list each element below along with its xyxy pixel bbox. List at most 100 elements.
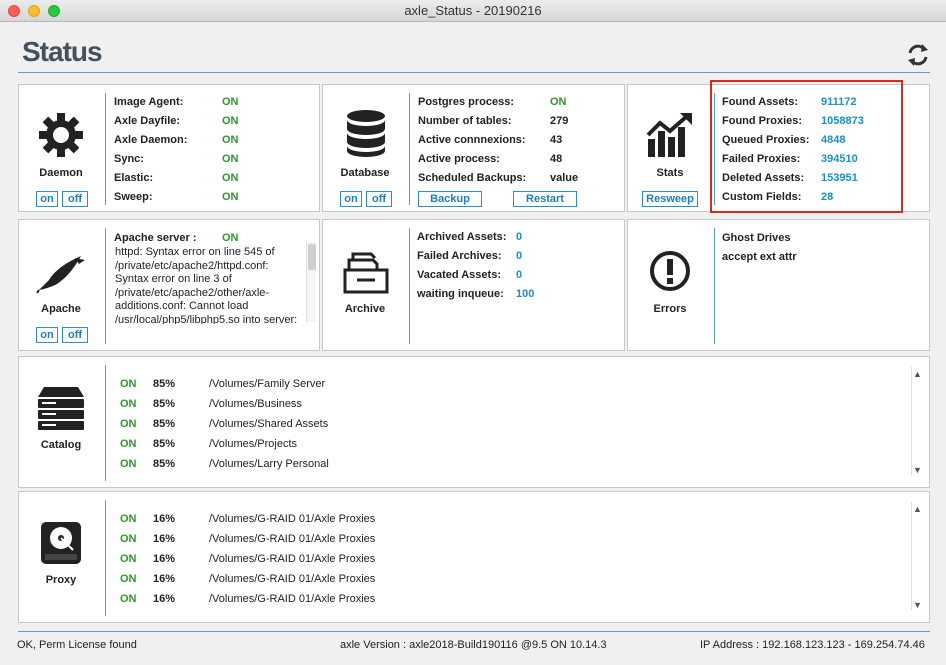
apache-on-button[interactable]: on <box>36 327 58 343</box>
database-stat-value: 48 <box>550 153 563 165</box>
proxy-volume-row[interactable]: ON 16% /Volumes/G-RAID 01/Axle Proxies <box>120 513 720 527</box>
catalog-volume-status: ON <box>120 398 137 410</box>
archive-stat-row: Vacated Assets :0 <box>417 269 523 281</box>
status-bar: OK, Perm License found axle Version : ax… <box>0 630 946 665</box>
restart-button[interactable]: Restart <box>513 191 577 207</box>
minimize-window-button[interactable] <box>28 5 40 17</box>
proxy-divider <box>105 500 106 616</box>
catalog-volume-status: ON <box>120 458 137 470</box>
backup-button[interactable]: Backup <box>418 191 482 207</box>
catalog-volume-row[interactable]: ON 85% /Volumes/Family Server <box>120 378 720 392</box>
database-stat-row: Active connnexions :43 <box>418 134 563 146</box>
catalog-scrollbar[interactable]: ▲ ▼ <box>911 367 922 475</box>
archive-stat-row: Failed Archives :0 <box>417 250 523 262</box>
daemon-status-value: ON <box>222 96 239 108</box>
catalog-volume-row[interactable]: ON 85% /Volumes/Larry Personal <box>120 458 720 472</box>
proxy-volume-status: ON <box>120 533 137 545</box>
daemon-status-value: ON <box>222 172 239 184</box>
daemon-status-value: ON <box>222 191 239 203</box>
catalog-volume-row[interactable]: ON 85% /Volumes/Business <box>120 398 720 412</box>
database-off-button[interactable]: off <box>366 191 392 207</box>
catalog-panel: Catalog ON 85% /Volumes/Family Server ON 85%… <box>18 356 930 488</box>
catalog-divider <box>105 365 106 481</box>
scroll-up-icon[interactable]: ▲ <box>913 369 922 379</box>
proxy-volume-status: ON <box>120 513 137 525</box>
catalog-volume-row[interactable]: ON 85% /Volumes/Shared Assets <box>120 418 720 432</box>
daemon-status-row: Axle Daemon : ON <box>114 134 239 146</box>
catalog-volume-row[interactable]: ON 85% /Volumes/Projects <box>120 438 720 452</box>
database-stat-key: Postgres process <box>418 96 511 108</box>
catalog-volume-status: ON <box>120 418 137 430</box>
error-line: accept ext attr <box>722 251 797 263</box>
catalog-volume-path: /Volumes/Business <box>209 398 302 410</box>
header-divider <box>18 72 930 73</box>
apache-server-value: ON <box>222 232 239 244</box>
daemon-status-key: Image Agent <box>114 96 180 108</box>
apache-log-scrollbar[interactable] <box>306 242 316 322</box>
daemon-on-button[interactable]: on <box>36 191 58 207</box>
errors-label: Errors <box>653 303 687 315</box>
apache-log-text[interactable]: httpd: Syntax error on line 545 of /priv… <box>115 246 305 324</box>
archive-stat-key: Archived Assets <box>417 231 503 243</box>
window-titlebar: axle_Status - 20190216 <box>0 0 946 22</box>
proxy-volume-path: /Volumes/G-RAID 01/Axle Proxies <box>209 593 376 605</box>
catalog-volume-percent: 85% <box>153 398 176 410</box>
proxy-volume-row[interactable]: ON 16% /Volumes/G-RAID 01/Axle Proxies <box>120 573 720 587</box>
database-divider <box>409 93 410 205</box>
catalog-volume-percent: 85% <box>153 438 176 450</box>
daemon-status-value: ON <box>222 153 239 165</box>
archive-stat-value: 100 <box>516 288 535 300</box>
database-stat-row: Scheduled Backups : value <box>418 172 579 184</box>
errors-divider <box>714 228 715 344</box>
daemon-label: Daemon <box>39 167 83 179</box>
page-title: Status <box>22 36 103 67</box>
database-stat-key: Active process <box>418 153 497 165</box>
archive-stat-key: Vacated Assets <box>417 269 498 281</box>
proxy-scrollbar[interactable]: ▲ ▼ <box>911 502 922 610</box>
daemon-status-value: ON <box>222 134 239 146</box>
apache-server-row: Apache server : ON <box>114 232 239 244</box>
refresh-icon[interactable] <box>905 42 931 68</box>
apache-off-button[interactable]: off <box>62 327 88 343</box>
catalog-volume-path: /Volumes/Projects <box>209 438 298 450</box>
resweep-button[interactable]: Resweep <box>642 191 698 207</box>
catalog-label: Catalog <box>40 439 82 451</box>
proxy-volume-row[interactable]: ON 16% /Volumes/G-RAID 01/Axle Proxies <box>120 593 720 607</box>
database-stat-key: Scheduled Backups <box>418 172 523 184</box>
daemon-status-key: Sweep <box>114 191 149 203</box>
proxy-volume-row[interactable]: ON 16% /Volumes/G-RAID 01/Axle Proxies <box>120 533 720 547</box>
database-stat-key: Number of tables <box>418 115 508 127</box>
license-status: OK, Perm License found <box>17 639 137 651</box>
proxy-volume-status: ON <box>120 573 137 585</box>
database-icon <box>347 110 385 157</box>
daemon-status-row: Elastic : ON <box>114 172 239 184</box>
database-on-button[interactable]: on <box>340 191 362 207</box>
stats-label: Stats <box>656 167 684 179</box>
error-exclamation-icon <box>650 251 690 291</box>
apache-divider <box>105 228 106 344</box>
apache-log-scroll-thumb[interactable] <box>308 244 316 270</box>
archive-stat-value: 0 <box>516 269 523 281</box>
scroll-down-icon[interactable]: ▼ <box>913 600 922 610</box>
window-controls <box>8 5 60 17</box>
database-stat-key: Active connnexions <box>418 134 522 146</box>
zoom-window-button[interactable] <box>48 5 60 17</box>
proxy-volume-path: /Volumes/G-RAID 01/Axle Proxies <box>209 513 376 525</box>
catalog-volume-path: /Volumes/Family Server <box>209 378 326 390</box>
archive-stat-row: waiting inqueue :100 <box>417 288 535 300</box>
apache-label: Apache <box>41 303 81 315</box>
catalog-volume-percent: 85% <box>153 418 176 430</box>
database-label: Database <box>340 167 390 179</box>
database-stat-value: 43 <box>550 134 563 146</box>
proxy-volume-path: /Volumes/G-RAID 01/Axle Proxies <box>209 553 376 565</box>
scroll-down-icon[interactable]: ▼ <box>913 465 922 475</box>
proxy-volume-row[interactable]: ON 16% /Volumes/G-RAID 01/Axle Proxies <box>120 553 720 567</box>
close-window-button[interactable] <box>8 5 20 17</box>
errors-panel: Errors Ghost Drives accept ext attr <box>627 219 930 351</box>
scroll-up-icon[interactable]: ▲ <box>913 504 922 514</box>
stats-highlight-box <box>710 80 903 213</box>
database-stat-row: Postgres process : ON <box>418 96 567 108</box>
proxy-volume-path: /Volumes/G-RAID 01/Axle Proxies <box>209 573 376 585</box>
daemon-off-button[interactable]: off <box>62 191 88 207</box>
proxy-volume-percent: 16% <box>153 593 176 605</box>
